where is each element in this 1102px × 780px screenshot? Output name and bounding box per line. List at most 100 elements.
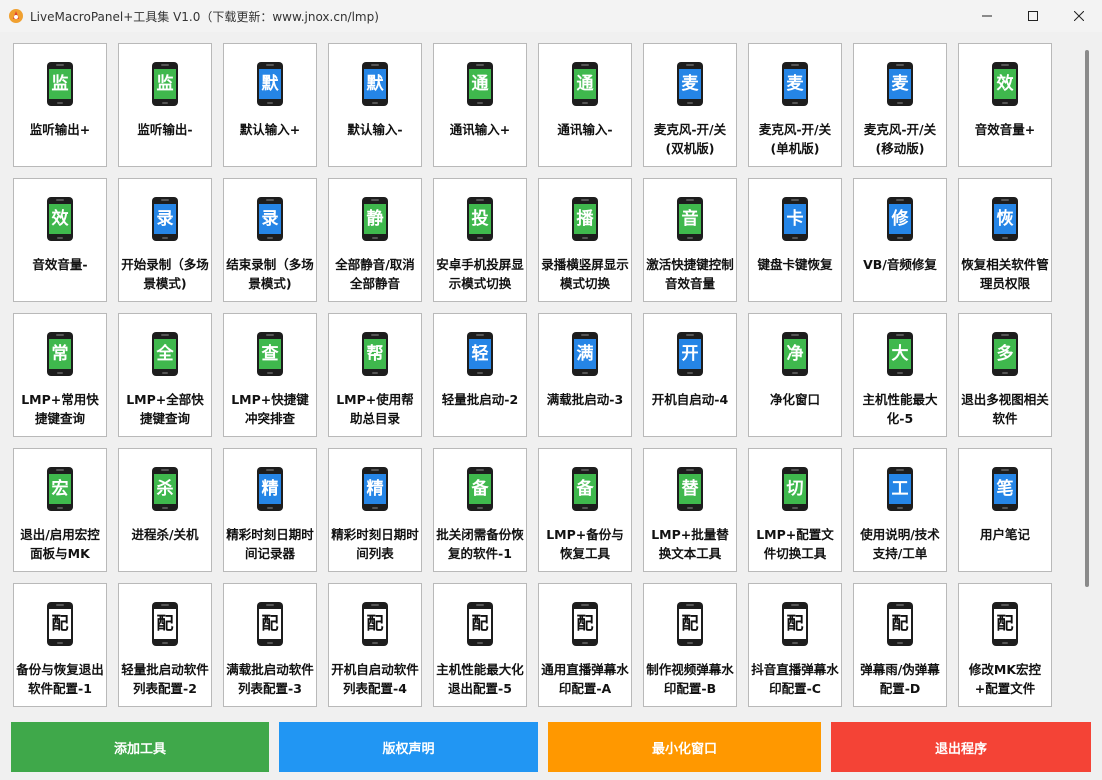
tool-label: 通用直播弹幕水印配置-A xyxy=(541,662,629,696)
tool-tile[interactable]: 大主机性能最大化-5 xyxy=(853,313,947,437)
phone-icon: 麦 xyxy=(782,62,808,106)
tool-tile[interactable]: 卡键盘卡键恢复 xyxy=(748,178,842,302)
tool-tile[interactable]: 通通讯输入- xyxy=(538,43,632,167)
phone-screen-glyph: 默 xyxy=(259,69,281,99)
copyright-button[interactable]: 版权声明 xyxy=(279,722,538,772)
tool-tile[interactable]: 满满载批启动-3 xyxy=(538,313,632,437)
tool-tile[interactable]: 音激活快捷键控制音效音量 xyxy=(643,178,737,302)
minimize-icon[interactable] xyxy=(964,0,1010,32)
tool-label: 监听输出- xyxy=(137,122,193,137)
tool-tile[interactable]: 帮 LMP+使用帮助总目录 xyxy=(328,313,422,437)
tool-tile[interactable]: 精精彩时刻日期时间记录器 xyxy=(223,448,317,572)
vertical-scrollbar[interactable] xyxy=(1085,50,1089,587)
phone-icon: 效 xyxy=(992,62,1018,106)
add-tool-button[interactable]: 添加工具 xyxy=(11,722,269,772)
tool-tile[interactable]: 麦麦克风-开/关(双机版) xyxy=(643,43,737,167)
tool-tile[interactable]: 配通用直播弹幕水印配置-A xyxy=(538,583,632,707)
tool-tile[interactable]: 默默认输入+ xyxy=(223,43,317,167)
phone-icon: 工 xyxy=(887,467,913,511)
tool-tile[interactable]: 效音效音量- xyxy=(13,178,107,302)
tool-label: 开始录制（多场景模式) xyxy=(121,257,209,291)
phone-icon: 备 xyxy=(572,467,598,511)
tool-label: 开机自启动-4 xyxy=(651,392,729,407)
tool-label: 退出/启用宏控面板与MK xyxy=(20,527,100,561)
tool-tile[interactable]: 配满载批启动软件列表配置-3 xyxy=(223,583,317,707)
phone-screen-glyph: 配 xyxy=(679,609,701,639)
phone-icon: 通 xyxy=(572,62,598,106)
phone-screen-glyph: 配 xyxy=(574,609,596,639)
tool-tile[interactable]: 投安卓手机投屏显示模式切换 xyxy=(433,178,527,302)
tool-tile[interactable]: 查 LMP+快捷键冲突排查 xyxy=(223,313,317,437)
tool-label: 麦克风-开/关(双机版) xyxy=(653,122,727,156)
tool-tile[interactable]: 工使用说明/技术支持/工单 xyxy=(853,448,947,572)
bottom-button-bar: 添加工具 版权声明 最小化窗口 退出程序 xyxy=(11,722,1091,772)
tool-tile[interactable]: 恢恢复相关软件管理员权限 xyxy=(958,178,1052,302)
tool-tile[interactable]: 录开始录制（多场景模式) xyxy=(118,178,212,302)
minimize-window-button[interactable]: 最小化窗口 xyxy=(548,722,821,772)
tool-tile[interactable]: 默默认输入- xyxy=(328,43,422,167)
tool-tile[interactable]: 多退出多视图相关软件 xyxy=(958,313,1052,437)
phone-icon: 配 xyxy=(992,602,1018,646)
tool-tile[interactable]: 宏退出/启用宏控面板与MK xyxy=(13,448,107,572)
phone-icon: 配 xyxy=(887,602,913,646)
tool-label: LMP+备份与恢复工具 xyxy=(546,527,624,561)
phone-screen-glyph: 麦 xyxy=(679,69,701,99)
phone-screen-glyph: 音 xyxy=(679,204,701,234)
close-icon[interactable] xyxy=(1056,0,1102,32)
tool-tile[interactable]: 静全部静音/取消全部静音 xyxy=(328,178,422,302)
tool-tile[interactable]: 录结束录制（多场景模式) xyxy=(223,178,317,302)
phone-icon: 静 xyxy=(362,197,388,241)
maximize-icon[interactable] xyxy=(1010,0,1056,32)
tool-tile[interactable]: 配制作视频弹幕水印配置-B xyxy=(643,583,737,707)
phone-screen-glyph: 静 xyxy=(364,204,386,234)
title-bar[interactable]: LiveMacroPanel+工具集 V1.0（下载更新：www.jnox.cn… xyxy=(0,0,1102,32)
tool-tile[interactable]: 配修改MK宏控+配置文件 xyxy=(958,583,1052,707)
tool-tile[interactable]: 笔用户笔记 xyxy=(958,448,1052,572)
tool-tile[interactable]: 配开机自启动软件列表配置-4 xyxy=(328,583,422,707)
tool-tile[interactable]: 杀进程杀/关机 xyxy=(118,448,212,572)
tool-tile[interactable]: 配主机性能最大化退出配置-5 xyxy=(433,583,527,707)
phone-screen-glyph: 杀 xyxy=(154,474,176,504)
tool-label: 修改MK宏控+配置文件 xyxy=(968,662,1042,696)
phone-icon: 效 xyxy=(47,197,73,241)
tool-label: 主机性能最大化退出配置-5 xyxy=(436,662,524,696)
tool-tile[interactable]: 监监听输出- xyxy=(118,43,212,167)
tool-tile[interactable]: 开开机自启动-4 xyxy=(643,313,737,437)
tool-tile[interactable]: 精精彩时刻日期时间列表 xyxy=(328,448,422,572)
tool-label: 批关闭需备份恢复的软件-1 xyxy=(436,527,524,561)
tool-label: 安卓手机投屏显示模式切换 xyxy=(436,257,524,291)
tool-tile[interactable]: 效音效音量+ xyxy=(958,43,1052,167)
phone-screen-glyph: 工 xyxy=(889,474,911,504)
tool-tile[interactable]: 麦麦克风-开/关(单机版) xyxy=(748,43,842,167)
tool-tile[interactable]: 轻轻量批启动-2 xyxy=(433,313,527,437)
phone-screen-glyph: 通 xyxy=(469,69,491,99)
tool-label: LMP+批量替换文本工具 xyxy=(651,527,729,561)
tool-tile[interactable]: 备批关闭需备份恢复的软件-1 xyxy=(433,448,527,572)
tool-label: 精彩时刻日期时间记录器 xyxy=(226,527,314,561)
phone-screen-glyph: 默 xyxy=(364,69,386,99)
tool-label: LMP+全部快捷键查询 xyxy=(126,392,204,426)
phone-screen-glyph: 配 xyxy=(259,609,281,639)
tool-tile[interactable]: 修 VB/音频修复 xyxy=(853,178,947,302)
tool-tile[interactable]: 切 LMP+配置文件切换工具 xyxy=(748,448,842,572)
tool-tile[interactable]: 通通讯输入+ xyxy=(433,43,527,167)
window-title: LiveMacroPanel+工具集 V1.0（下载更新：www.jnox.cn… xyxy=(30,9,379,24)
tool-tile[interactable]: 播录播横竖屏显示模式切换 xyxy=(538,178,632,302)
tool-tile[interactable]: 配抖音直播弹幕水印配置-C xyxy=(748,583,842,707)
tool-tile[interactable]: 替 LMP+批量替换文本工具 xyxy=(643,448,737,572)
tool-tile[interactable]: 备 LMP+备份与恢复工具 xyxy=(538,448,632,572)
tool-tile[interactable]: 全 LMP+全部快捷键查询 xyxy=(118,313,212,437)
app-logo-icon xyxy=(8,8,24,24)
tool-tile[interactable]: 净净化窗口 xyxy=(748,313,842,437)
tool-tile[interactable]: 配弹幕雨/伪弹幕配置-D xyxy=(853,583,947,707)
exit-program-button[interactable]: 退出程序 xyxy=(831,722,1091,772)
tool-tile[interactable]: 常 LMP+常用快捷键查询 xyxy=(13,313,107,437)
phone-screen-glyph: 卡 xyxy=(784,204,806,234)
phone-icon: 净 xyxy=(782,332,808,376)
tool-tile[interactable]: 监监听输出+ xyxy=(13,43,107,167)
phone-icon: 替 xyxy=(677,467,703,511)
tool-tile[interactable]: 配轻量批启动软件列表配置-2 xyxy=(118,583,212,707)
tool-tile[interactable]: 配备份与恢复退出软件配置-1 xyxy=(13,583,107,707)
tool-label: 通讯输入+ xyxy=(449,122,511,137)
tool-tile[interactable]: 麦麦克风-开/关(移动版) xyxy=(853,43,947,167)
